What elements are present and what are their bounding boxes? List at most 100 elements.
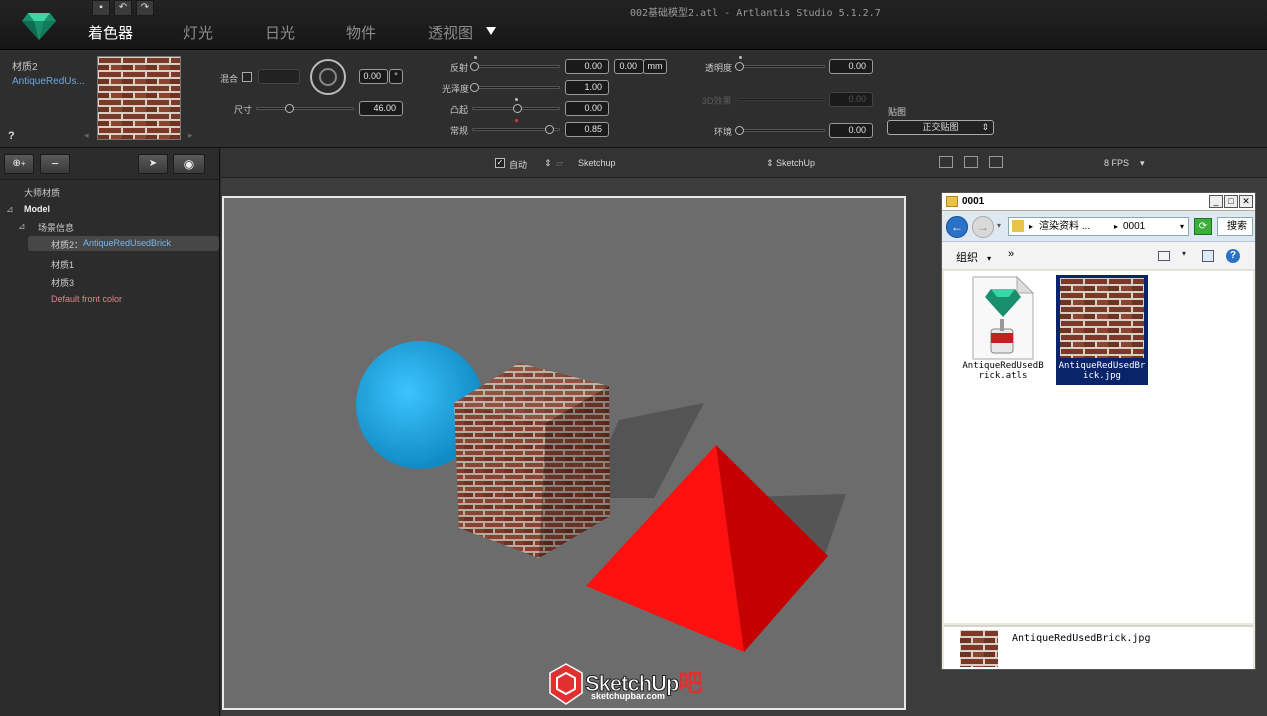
gloss-input[interactable]: 1.00 <box>565 80 609 95</box>
pick-tool-icon[interactable]: ➤ <box>138 154 168 174</box>
mix-checkbox[interactable] <box>242 72 252 82</box>
forward-button[interactable]: → <box>972 216 994 238</box>
tree-item-selected[interactable]: 材质2： AntiqueRedUsedBrick <box>28 236 219 251</box>
right-camera-select[interactable]: SketchUp <box>776 158 815 168</box>
transparency-input[interactable]: 0.00 <box>829 59 873 74</box>
environment-slider[interactable] <box>735 126 825 135</box>
tree-item-master[interactable]: 大师材质 <box>24 186 60 199</box>
sketchup-logo-icon <box>549 663 583 705</box>
mapping-label: 贴图 <box>888 107 907 117</box>
camera-select-arrows-icon[interactable]: ⇕ <box>544 158 552 169</box>
tree-item-material3[interactable]: 材质3 <box>51 276 74 289</box>
tree-item-model[interactable]: Model <box>24 204 50 214</box>
atls-file-icon <box>972 275 1035 360</box>
bump-label: 凸起 <box>450 105 469 115</box>
watermark-url: sketchupbar.com <box>591 691 666 701</box>
tab-dropdown-icon[interactable] <box>486 27 496 35</box>
right-camera-arrows-icon[interactable]: ⇕ <box>766 158 774 169</box>
auto-checkbox[interactable]: ✓ <box>495 158 505 168</box>
tab-objects[interactable]: 物件 <box>346 22 376 43</box>
preview-pane-icon[interactable] <box>1202 250 1214 262</box>
details-pane: AntiqueRedUsedBrick.jpg <box>944 625 1253 669</box>
normal-slider[interactable] <box>472 125 560 134</box>
normal-input[interactable]: 0.85 <box>565 122 609 137</box>
window-title: 002基础模型2.atl - Artlantis Studio 5.1.2.7 <box>630 8 881 19</box>
tree-expand-icon[interactable]: ⊿ <box>6 204 14 215</box>
organize-dropdown-icon: ▾ <box>987 254 992 263</box>
back-button[interactable]: ← <box>946 216 968 238</box>
history-dropdown-icon[interactable]: ▾ <box>997 221 1001 230</box>
left-camera-select[interactable]: Sketchup <box>578 158 616 168</box>
tab-lights[interactable]: 灯光 <box>183 22 213 43</box>
tree-expand-icon[interactable]: ⊿ <box>18 221 26 232</box>
mapping-select[interactable]: 正交贴图 ⇕ <box>887 120 994 135</box>
help-button[interactable]: ? <box>8 130 15 142</box>
tree-item-material1[interactable]: 材质1 <box>51 258 74 271</box>
more-commands-button[interactable]: » <box>1008 248 1014 260</box>
layout-icon[interactable] <box>939 156 953 168</box>
address-dropdown-icon[interactable]: ▾ <box>1180 218 1184 235</box>
file-item-jpg[interactable]: AntiqueRedUsedBrick.jpg <box>1056 275 1148 385</box>
maximize-button[interactable]: □ <box>1224 195 1238 208</box>
explorer-titlebar: 0001 _ □ ✕ <box>942 193 1255 211</box>
tab-shaders[interactable]: 着色器 <box>88 22 133 43</box>
gloss-slider[interactable] <box>470 83 560 92</box>
size-slider[interactable] <box>256 104 354 113</box>
tree-item-scene[interactable]: 场景信息 <box>38 221 74 234</box>
reflection-slider[interactable] <box>470 62 560 71</box>
close-button[interactable]: ✕ <box>1239 195 1253 208</box>
add-shader-button[interactable]: ⊕+ <box>4 154 34 174</box>
undo-icon[interactable]: ↶ <box>114 0 132 16</box>
material-panel: 材质2 AntiqueRedUs... ? ◂ ▸ 混合 0.00 ° 尺寸 4… <box>0 50 1267 148</box>
minimize-button[interactable]: _ <box>1209 195 1223 208</box>
fps-dropdown-icon[interactable]: ▾ <box>1140 158 1145 169</box>
address-input[interactable]: ▸ 渲染资料 ... ▸ 0001 ▾ <box>1008 217 1189 236</box>
remove-shader-button[interactable]: − <box>40 154 70 174</box>
mm-unit: mm <box>643 59 667 74</box>
breadcrumb-arrow-icon: ▸ <box>1029 222 1034 231</box>
environment-input[interactable]: 0.00 <box>829 123 873 138</box>
angle-dial[interactable] <box>310 59 346 95</box>
reflection-mm-input[interactable]: 0.00 <box>614 59 644 74</box>
refresh-icon[interactable]: ⟳ <box>1194 218 1212 235</box>
organize-button[interactable]: 组织 ▾ <box>956 249 991 265</box>
bump-input[interactable]: 0.00 <box>565 101 609 116</box>
file-item-atls[interactable]: AntiqueRedUsedBrick.atls <box>960 275 1046 385</box>
details-file-name: AntiqueRedUsedBrick.jpg <box>1012 633 1151 644</box>
transparency-slider[interactable] <box>735 62 825 71</box>
tree-item-default-front[interactable]: Default front color <box>51 294 122 304</box>
tab-sun[interactable]: 日光 <box>265 22 295 43</box>
mix-color-swatch[interactable] <box>258 69 300 84</box>
bump-slider[interactable] <box>472 104 560 113</box>
transparency-label: 透明度 <box>705 63 733 73</box>
render-preview[interactable] <box>222 196 906 710</box>
views-icon[interactable] <box>1158 251 1170 261</box>
organize-label: 组织 <box>956 252 978 264</box>
top-bar: ▪ ↶ ↷ 002基础模型2.atl - Artlantis Studio 5.… <box>0 0 1267 50</box>
texture-thumbnail[interactable] <box>97 56 181 140</box>
tab-perspective[interactable]: 透视图 <box>428 22 473 43</box>
redo-icon[interactable]: ↷ <box>136 0 154 16</box>
reflection-input[interactable]: 0.00 <box>565 59 609 74</box>
thumb-prev-icon[interactable]: ◂ <box>84 130 89 141</box>
fit-view-icon[interactable] <box>964 156 978 168</box>
thumb-next-icon[interactable]: ▸ <box>188 130 193 141</box>
breadcrumb-part1[interactable]: 渲染资料 ... <box>1039 218 1090 235</box>
breadcrumb-part2[interactable]: 0001 <box>1123 218 1145 235</box>
auto-label: 自动 <box>509 160 528 170</box>
angle-input[interactable]: 0.00 <box>359 69 388 84</box>
shader-tree-panel: ⊕+ − ➤ ◉ 大师材质 ⊿ Model ⊿ 场景信息 材质2： Antiqu… <box>0 148 220 716</box>
effect3d-slider <box>737 98 825 101</box>
eye-icon[interactable]: ◉ <box>173 154 205 174</box>
file-list: AntiqueRedUsedBrick.atls AntiqueRedUsedB… <box>944 271 1253 623</box>
explorer-command-bar: 组织 ▾ » ▾ ? <box>942 242 1255 270</box>
help-icon[interactable]: ? <box>1226 249 1240 263</box>
size-input[interactable]: 46.00 <box>359 101 403 116</box>
views-dropdown-icon[interactable]: ▾ <box>1182 249 1186 258</box>
fps-select[interactable]: 8 FPS <box>1104 158 1129 168</box>
fullscreen-icon[interactable] <box>989 156 1003 168</box>
save-icon[interactable]: ▪ <box>92 0 110 16</box>
watermark-suffix: 吧 <box>678 670 702 697</box>
search-input[interactable]: 搜索 <box>1217 217 1253 236</box>
breadcrumb-arrow-icon: ▸ <box>1114 222 1119 231</box>
